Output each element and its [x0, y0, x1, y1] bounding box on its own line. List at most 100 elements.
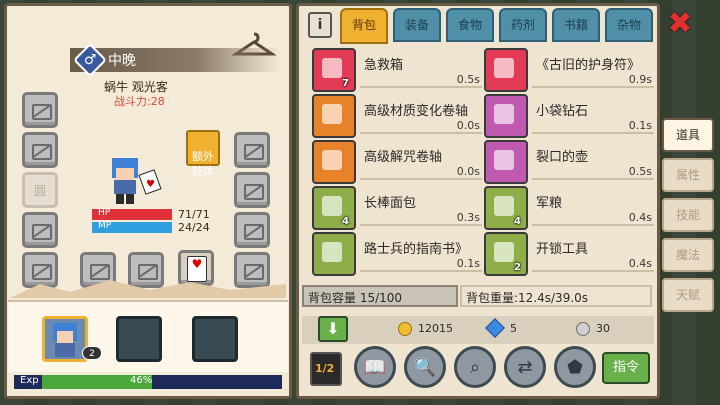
item-name: 小袋钻石: [536, 104, 589, 119]
guide-book-icon: [312, 232, 356, 276]
material-scroll-icon: [312, 94, 356, 138]
item-name: 路士兵的指南书》: [364, 242, 469, 257]
item-count: 7: [342, 78, 349, 89]
equip-slot-left-disabled: 圆: [22, 172, 58, 208]
item-underline: [532, 178, 654, 180]
item-underline: [360, 178, 482, 180]
inspect-button[interactable]: 🔍: [404, 346, 446, 388]
item-name: 裂口的壶: [536, 150, 589, 165]
ration-icon: [484, 186, 528, 230]
panel-decoration: [10, 278, 286, 298]
item-time: 0.3s: [456, 211, 480, 224]
character-name: 中晚: [108, 53, 136, 69]
weight-box: 背包重量:12.4s/39.0s: [460, 285, 652, 307]
side-tab-3[interactable]: 魔法: [662, 238, 714, 272]
dispel-scroll-icon: [312, 140, 356, 184]
item-time: 0.9s: [628, 73, 652, 86]
extra-body-button[interactable]: 额外 肢体: [186, 130, 220, 178]
tab-5[interactable]: 杂物: [605, 8, 653, 42]
item-time: 0.1s: [456, 257, 480, 270]
book-icon: 📖: [363, 357, 387, 378]
hp-bar: HP: [92, 208, 172, 220]
magnifier-icon: 🔍: [413, 357, 437, 378]
download-icon[interactable]: ⬇: [318, 316, 348, 342]
equip-slot-right-2[interactable]: [234, 172, 270, 208]
mp-value: 24/24: [178, 221, 210, 234]
side-tab-0[interactable]: 道具: [662, 118, 714, 152]
item-underline: [360, 86, 482, 88]
swap-icon: ⇄: [517, 357, 533, 378]
item-count: 4: [514, 216, 521, 227]
item-underline: [360, 224, 482, 226]
item-count: 2: [514, 262, 521, 273]
diamond-pouch-icon: [484, 94, 528, 138]
equip-slot-left-2[interactable]: [22, 132, 58, 168]
party-member-badge: 2: [82, 346, 102, 360]
silver-coin-icon: [576, 322, 590, 336]
item-name: 军粮: [536, 196, 563, 211]
equip-slot-left-1[interactable]: [22, 92, 58, 128]
swap-button[interactable]: ⇄: [504, 346, 546, 388]
equip-slot-left-4[interactable]: [22, 212, 58, 248]
amulet-icon: [484, 48, 528, 92]
exp-bar: Exp 46%: [14, 375, 282, 389]
equip-slot-right-1[interactable]: [234, 132, 270, 168]
tab-2[interactable]: 食物: [446, 8, 494, 42]
item-count: 4: [342, 216, 349, 227]
gem-amount: 5: [510, 322, 517, 335]
side-tab-4[interactable]: 天赋: [662, 278, 714, 312]
item-slot[interactable]: 急救箱 0.5s 7: [312, 48, 482, 92]
item-name: 《古旧的护身符》: [536, 58, 641, 73]
item-time: 0.5s: [628, 165, 652, 178]
tab-1[interactable]: 装备: [393, 8, 441, 42]
item-time: 0.1s: [628, 119, 652, 132]
command-button[interactable]: 指令: [602, 352, 650, 384]
silver-amount: 30: [596, 322, 610, 335]
item-time: 0.4s: [628, 257, 652, 270]
party-member-1[interactable]: [42, 316, 88, 362]
lockpick-icon: [484, 232, 528, 276]
tab-0[interactable]: 背包: [340, 8, 388, 44]
combat-power: 战斗力:28: [114, 95, 165, 108]
item-slot[interactable]: 高级解咒卷轴 0.0s: [312, 140, 482, 184]
info-button[interactable]: i: [308, 12, 332, 38]
item-slot[interactable]: 军粮 0.4s 4: [484, 186, 654, 230]
item-slot[interactable]: 开锁工具 0.4s 2: [484, 232, 654, 276]
item-underline: [360, 270, 482, 272]
hp-value: 71/71: [178, 208, 210, 221]
side-tab-1[interactable]: 属性: [662, 158, 714, 192]
party-slot-empty-2[interactable]: [192, 316, 238, 362]
item-time: 0.0s: [456, 119, 480, 132]
party-slot-empty-1[interactable]: [116, 316, 162, 362]
item-slot[interactable]: 路士兵的指南书》 0.1s: [312, 232, 482, 276]
mp-bar: MP: [92, 221, 172, 233]
item-underline: [360, 132, 482, 134]
item-underline: [532, 224, 654, 226]
search-icon: ⌕: [469, 357, 481, 378]
page-toggle-button[interactable]: 1/2: [310, 352, 342, 386]
capacity-box: 背包容量 15/100: [302, 285, 458, 307]
item-time: 0.5s: [456, 73, 480, 86]
item-name: 高级解咒卷轴: [364, 150, 443, 165]
item-slot[interactable]: 小袋钻石 0.1s: [484, 94, 654, 138]
cracked-pot-icon: [484, 140, 528, 184]
tab-4[interactable]: 书籍: [552, 8, 600, 42]
item-name: 长棒面包: [364, 196, 417, 211]
item-slot[interactable]: 长棒面包 0.3s 4: [312, 186, 482, 230]
search-button[interactable]: ⌕: [454, 346, 496, 388]
baguette-icon: [312, 186, 356, 230]
close-icon[interactable]: ✖: [664, 8, 696, 40]
item-slot[interactable]: 《古旧的护身符》 0.9s: [484, 48, 654, 92]
item-name: 开锁工具: [536, 242, 589, 257]
item-underline: [532, 270, 654, 272]
item-slot[interactable]: 高级材质变化卷轴 0.0s: [312, 94, 482, 138]
book-button[interactable]: 📖: [354, 346, 396, 388]
tab-3[interactable]: 药剂: [499, 8, 547, 42]
crest-icon: ⬟: [567, 357, 583, 378]
item-underline: [532, 86, 654, 88]
equip-slot-right-3[interactable]: [234, 212, 270, 248]
item-slot[interactable]: 裂口的壶 0.5s: [484, 140, 654, 184]
crest-button[interactable]: ⬟: [554, 346, 596, 388]
side-tab-2[interactable]: 技能: [662, 198, 714, 232]
svg-text:♥: ♥: [146, 179, 155, 190]
